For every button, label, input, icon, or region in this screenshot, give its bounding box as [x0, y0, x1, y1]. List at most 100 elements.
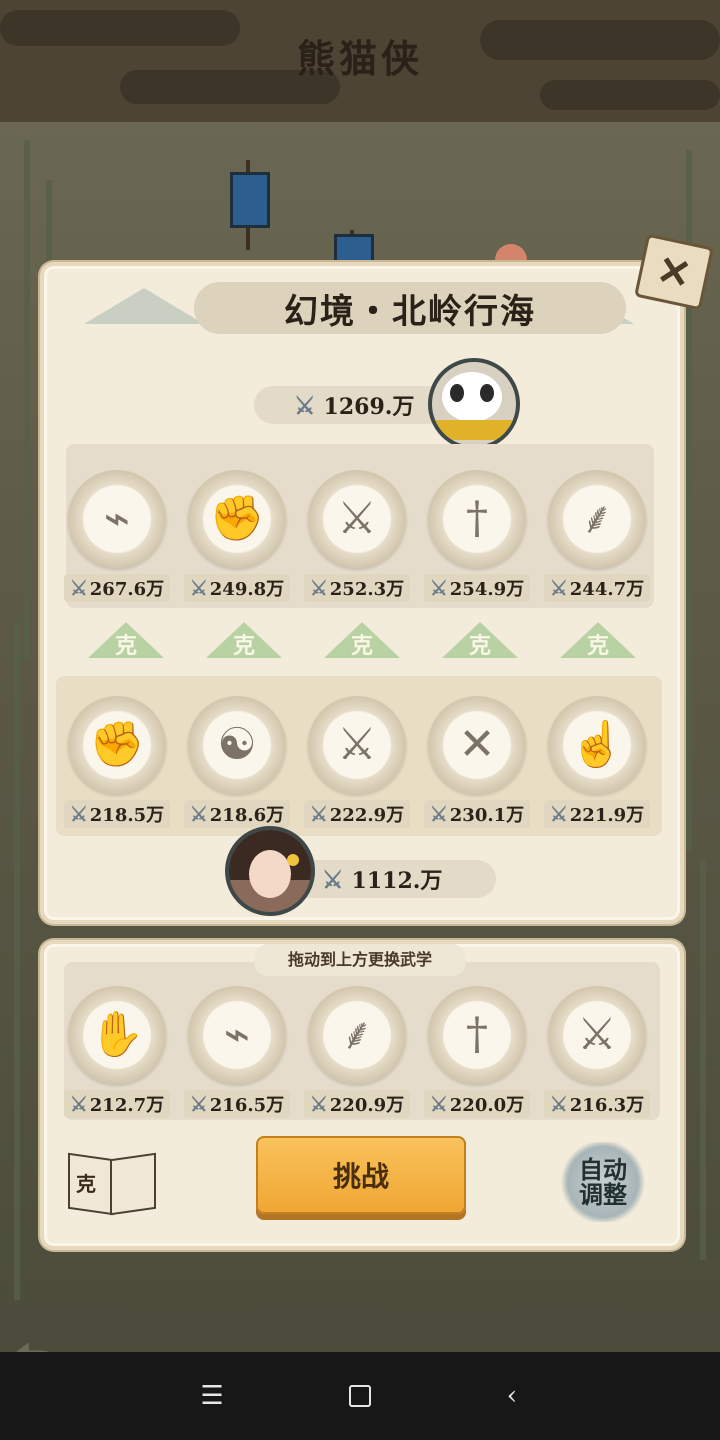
panda-scarf [432, 420, 516, 440]
enemy-power-value: 1269.万 [323, 394, 415, 420]
panda-eye [450, 384, 464, 402]
skill-power-value: 230.1万 [449, 805, 525, 826]
skill-power-value: 249.8万 [209, 579, 285, 600]
skill-power: ⚔ 244.7万 [544, 574, 650, 602]
skill-ring: ⚔ [308, 696, 406, 794]
auto-adjust-label-line1: 自动 [579, 1154, 627, 1184]
player-avatar[interactable] [225, 826, 315, 916]
crossed-spears-icon: ✕ [458, 719, 496, 770]
crossed-swords-icon: ⚔ [189, 802, 208, 826]
challenge-button[interactable]: 挑战 [256, 1136, 466, 1214]
finger-icon: ☝ [569, 719, 625, 770]
crossed-swords-icon: ⚔ [429, 1092, 448, 1116]
skill-power: ⚔ 218.5万 [64, 800, 170, 828]
player-skill-slot[interactable]: ☯ ⚔ 218.6万 [184, 696, 290, 836]
sword-icon: † [466, 1009, 488, 1060]
skill-ring: ⌁ [68, 470, 166, 568]
crossed-swords-icon: ⚔ [189, 576, 208, 600]
skill-power: ⚔ 216.3万 [544, 1090, 650, 1118]
crossed-swords-icon: ⚔ [309, 802, 328, 826]
skill-ring: ✋ [68, 986, 166, 1084]
crossed-swords-icon: ⚔ [69, 802, 88, 826]
skill-power: ⚔ 216.5万 [184, 1090, 290, 1118]
skill-ring: ⸙ [548, 470, 646, 568]
crossed-swords-icon: ⚔ [69, 1092, 88, 1116]
brush-stroke [540, 80, 720, 110]
enemy-skill-slot[interactable]: ⚔ ⚔ 252.3万 [304, 470, 410, 610]
skill-ring: ☯ [188, 696, 286, 794]
home-square-icon[interactable] [336, 1372, 384, 1420]
skill-power-value: 254.9万 [449, 579, 525, 600]
close-button[interactable]: ✕ [634, 233, 714, 311]
player-skill-slot[interactable]: ⚔ ⚔ 222.9万 [304, 696, 410, 836]
enemy-skill-slot[interactable]: ⸙ ⚔ 244.7万 [544, 470, 650, 610]
skill-power: ⚔ 222.9万 [304, 800, 410, 828]
skill-ring: ⚔ [308, 470, 406, 568]
skill-power-value: 244.7万 [569, 579, 645, 600]
skill-power-value: 220.0万 [449, 1095, 525, 1116]
crossed-swords-icon: ⚔ [309, 1092, 328, 1116]
reserve-skill-slot[interactable]: ✋ ⚔ 212.7万 [64, 986, 170, 1126]
skill-power: ⚔ 212.7万 [64, 1090, 170, 1118]
crossed-swords-icon: ⚔ [69, 576, 88, 600]
skill-ring: ⌁ [188, 986, 286, 1084]
skill-power: ⚔ 252.3万 [304, 574, 410, 602]
skill-power: ⚔ 249.8万 [184, 574, 290, 602]
skill-power: ⚔ 220.9万 [304, 1090, 410, 1118]
counter-marker: 克 [206, 622, 282, 662]
skill-ring: ✕ [428, 696, 526, 794]
counter-label: 克 [350, 633, 373, 659]
shoe-icon: ⌁ [103, 493, 131, 544]
panda-eye [480, 384, 494, 402]
counter-label: 克 [586, 633, 609, 659]
menu-icon[interactable]: ☰ [188, 1372, 236, 1420]
hair-flower [287, 854, 299, 866]
player-power-pill: ⚔ 1112.万 [292, 860, 496, 898]
reserve-skill-slot[interactable]: ⸙ ⚔ 220.9万 [304, 986, 410, 1126]
counter-book-button[interactable]: 克 [66, 1150, 156, 1216]
drag-hint: 拖动到上方更换武学 [254, 944, 466, 976]
player-skill-slot[interactable]: ✕ ⚔ 230.1万 [424, 696, 530, 836]
bamboo-decoration [700, 860, 706, 1260]
skill-ring: ✊ [68, 696, 166, 794]
skill-power: ⚔ 221.9万 [544, 800, 650, 828]
counter-marker: 克 [442, 622, 518, 662]
map-flag[interactable] [230, 172, 270, 228]
enemy-skill-slot[interactable]: ⌁ ⚔ 267.6万 [64, 470, 170, 610]
reserve-skill-slot[interactable]: ⚔ ⚔ 216.3万 [544, 986, 650, 1126]
feather-icon: ⸙ [580, 493, 614, 544]
darts-icon: ⚔ [577, 1009, 617, 1060]
skill-power-value: 267.6万 [89, 579, 165, 600]
player-skill-slot[interactable]: ✊ ⚔ 218.5万 [64, 696, 170, 836]
back-chevron-icon[interactable]: ‹ [488, 1372, 536, 1420]
book-icon-label: 克 [76, 1172, 96, 1196]
darts-icon: ⚔ [337, 493, 377, 544]
player-power-value: 1112.万 [351, 868, 443, 894]
enemy-skill-slot[interactable]: † ⚔ 254.9万 [424, 470, 530, 610]
skill-power-value: 222.9万 [329, 805, 405, 826]
sword-icon: † [466, 493, 488, 544]
mountain-decoration [84, 288, 204, 324]
skill-power-value: 218.6万 [209, 805, 285, 826]
skill-ring: ⸙ [308, 986, 406, 1084]
enemy-panda-avatar[interactable] [428, 358, 520, 450]
game-title: 熊猫侠 [296, 36, 423, 81]
skill-power: ⚔ 254.9万 [424, 574, 530, 602]
crossed-swords-icon: ⚔ [549, 576, 568, 600]
feather-icon: ⸙ [340, 1009, 374, 1060]
auto-adjust-button[interactable]: 自动 调整 [560, 1142, 646, 1222]
skill-power-value: 216.3万 [569, 1095, 645, 1116]
skill-ring: † [428, 470, 526, 568]
skill-power-value: 221.9万 [569, 805, 645, 826]
enemy-skill-slot[interactable]: ✊ ⚔ 249.8万 [184, 470, 290, 610]
bamboo-decoration [24, 140, 30, 660]
player-skill-slot[interactable]: ☝ ⚔ 221.9万 [544, 696, 650, 836]
skill-power: ⚔ 220.0万 [424, 1090, 530, 1118]
reserve-skill-slot[interactable]: ⌁ ⚔ 216.5万 [184, 986, 290, 1126]
reserve-skill-slot[interactable]: † ⚔ 220.0万 [424, 986, 530, 1126]
skill-ring: ⚔ [548, 986, 646, 1084]
crossed-swords-icon: ⚔ [549, 802, 568, 826]
avatar-face [249, 850, 291, 898]
meditation-icon: ☯ [217, 719, 257, 770]
counter-marker: 克 [324, 622, 400, 662]
